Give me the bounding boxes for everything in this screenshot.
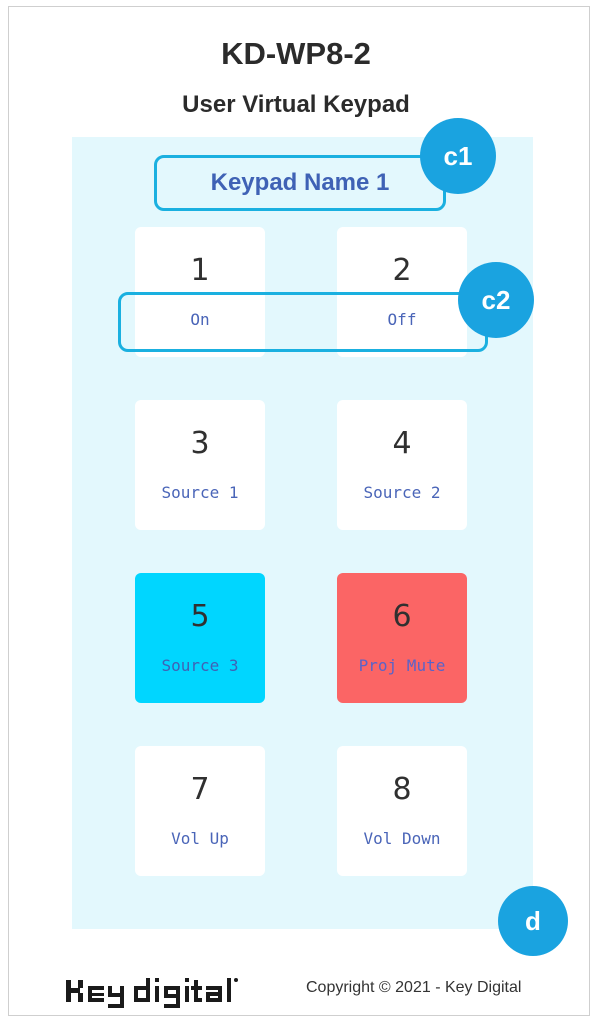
key-7[interactable]: 7 Vol Up xyxy=(135,746,265,876)
key-6[interactable]: 6 Proj Mute xyxy=(337,573,467,703)
key-label: Source 3 xyxy=(161,656,239,675)
page-title: KD-WP8-2 xyxy=(221,36,371,71)
key-number: 1 xyxy=(190,253,210,288)
key-number: 8 xyxy=(392,772,412,807)
callout-d-badge: d xyxy=(498,886,568,956)
key-label: Source 2 xyxy=(363,483,441,502)
key-8[interactable]: 8 Vol Down xyxy=(337,746,467,876)
key-4[interactable]: 4 Source 2 xyxy=(337,400,467,530)
keypad-name[interactable]: Keypad Name 1 xyxy=(154,155,446,211)
page-subtitle: User Virtual Keypad xyxy=(182,91,410,118)
key-number: 7 xyxy=(190,772,210,807)
callout-c1-badge: c1 xyxy=(420,118,496,194)
key-number: 3 xyxy=(190,426,210,461)
key-label: Vol Down xyxy=(363,829,441,848)
key-label: Proj Mute xyxy=(358,656,446,675)
key-5[interactable]: 5 Source 3 xyxy=(135,573,265,703)
key-number: 4 xyxy=(392,426,412,461)
callout-c2-badge: c2 xyxy=(458,262,534,338)
key-number: 2 xyxy=(392,253,412,288)
key-label: Vol Up xyxy=(171,829,229,848)
copyright-text: Copyright © 2021 - Key Digital xyxy=(306,979,522,996)
key-label: Source 1 xyxy=(161,483,239,502)
key-number: 5 xyxy=(190,599,210,634)
key-3[interactable]: 3 Source 1 xyxy=(135,400,265,530)
key-labels-highlight xyxy=(118,292,488,352)
key-number: 6 xyxy=(392,599,412,634)
key-digital-logo xyxy=(66,978,238,1008)
